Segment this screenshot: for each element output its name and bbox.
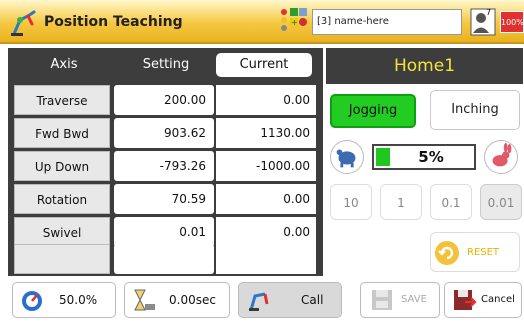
delay-value: 0.00sec [169,293,216,307]
robot-arm-logo-icon [11,10,36,36]
user-icon[interactable] [470,8,496,36]
jogging-button[interactable]: Jogging [330,94,416,128]
setting-up-down[interactable]: -793.26 [114,151,214,181]
current-swivel: 0.00 [216,217,316,247]
setting-rotation[interactable]: 70.59 [114,184,214,214]
speed-override-value: 50.0% [59,293,98,307]
cancel-icon [454,290,477,310]
reset-button[interactable]: RESET [430,232,520,272]
speed-increase-button[interactable] [484,140,518,174]
setting-fwd-bwd[interactable]: 903.62 [114,118,214,148]
row-label-swivel[interactable]: Swivel [14,217,110,247]
save-icon [372,290,392,310]
setting-traverse[interactable]: 200.00 [114,85,214,115]
header-axis: Axis [50,57,78,72]
cancel-label: Cancel [481,294,515,305]
row-label-up-down[interactable]: Up Down [14,151,110,181]
battery-badge: 100% [500,11,524,33]
status-indicators-icon: + [281,8,307,31]
delay-timer-button[interactable]: 0.00sec [124,282,230,318]
hourglass-icon [134,289,155,311]
current-up-down: -1000.00 [216,151,316,181]
current-traverse: 0.00 [216,85,316,115]
call-label: Call [301,293,324,307]
save-label: SAVE [401,294,427,305]
save-button[interactable]: SAVE [360,282,440,318]
step-1-button[interactable]: 1 [380,184,422,220]
row-label-rotation[interactable]: Rotation [14,184,110,214]
speedometer-icon [22,291,42,311]
row-label-traverse[interactable]: Traverse [14,85,110,115]
position-title: Home1 [326,48,523,84]
speed-override-button[interactable]: 50.0% [12,282,116,318]
speed-value: 5% [418,148,444,166]
turtle-icon [336,149,356,168]
header-setting: Setting [142,57,190,72]
step-0-01-button[interactable]: 0.01 [480,184,522,220]
call-button[interactable]: Call [238,282,342,318]
row-label-empty[interactable] [14,244,110,274]
speed-bar: 5% [372,144,476,170]
current-rotation: 0.00 [216,184,316,214]
speed-decrease-button[interactable] [330,140,364,174]
program-name-field[interactable]: [3] name-here [312,9,462,35]
title-bar: Position Teaching + [3] name-here 7 100% [0,0,524,44]
inching-button[interactable]: Inching [430,90,520,130]
tab-current[interactable]: Current [216,53,312,77]
cancel-button[interactable]: Cancel [444,282,522,318]
step-10-button[interactable]: 10 [330,184,372,220]
robot-call-icon [249,292,269,311]
current-fwd-bwd: 1130.00 [216,118,316,148]
reset-icon [435,241,459,265]
axis-table: Axis Setting Current Traverse 200.00 0.0… [8,48,323,276]
page-title: Position Teaching [44,14,183,30]
row-label-fwd-bwd[interactable]: Fwd Bwd [14,118,110,148]
current-empty [216,244,316,274]
reset-label: RESET [467,247,500,258]
rabbit-icon [492,142,512,167]
svg-text:+: + [291,18,298,27]
setting-empty[interactable] [114,244,214,274]
setting-swivel[interactable]: 0.01 [114,217,214,247]
step-0-1-button[interactable]: 0.1 [430,184,472,220]
user-count: 7 [486,8,492,17]
